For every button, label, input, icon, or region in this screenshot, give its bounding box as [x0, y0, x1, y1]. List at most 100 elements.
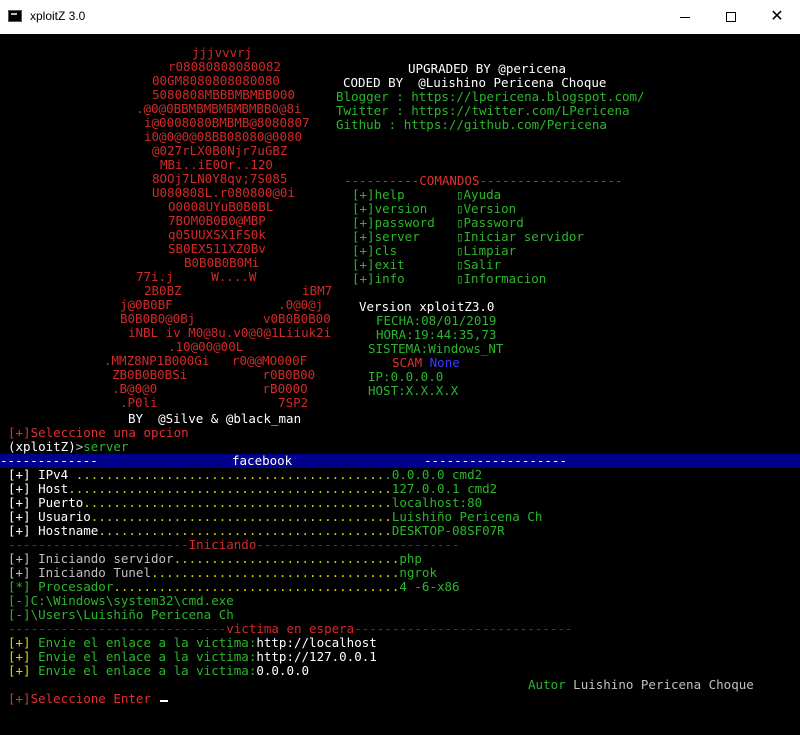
ascii-art-line: 8OOj7LN0Y8qv;7S085: [152, 171, 288, 186]
maximize-button[interactable]: [708, 0, 754, 34]
select-option-text: [+]Seleccione una opcion: [8, 425, 189, 440]
command-description: ▯Limpiar: [456, 243, 517, 258]
victima-title: victima en espera: [226, 621, 355, 636]
facebook-bar-left: -------------: [0, 453, 98, 468]
detail-label: Puerto: [30, 495, 84, 510]
ascii-art-line: B0B0B0@0Bj v0B0B0B00: [120, 311, 331, 326]
ascii-art-line: 7BOM0B0B0@MBP: [168, 213, 266, 228]
link-text: Envie el enlace a la victima:: [30, 649, 257, 664]
ip-text: IP:0.0.0.0: [368, 369, 444, 384]
window-title: xploitZ 3.0: [30, 9, 86, 23]
commands-header: ----------COMANDOS-------------------: [344, 174, 622, 188]
detail-value: localhost:80: [391, 495, 483, 510]
console-output[interactable]: jjjvvvrj r08080808080082 00GM8080808080080…: [0, 34, 800, 735]
startup-bullet: [+]: [8, 551, 31, 566]
iniciando-right: ---------------------------: [256, 537, 460, 552]
detail-bullet: [+]: [8, 495, 31, 510]
detail-value: DESKTOP-08SF07R: [391, 523, 505, 538]
victim-link-row: [+] Envie el enlace a la victima:0.0.0.0: [8, 664, 309, 678]
command-description: ▯Iniciar servidor: [456, 229, 584, 244]
link-value: 0.0.0.0: [256, 663, 310, 678]
scam-line: SCAM None: [392, 356, 460, 370]
link-text: Envie el enlace a la victima:: [30, 635, 257, 650]
author-line: Autor Luishino Pericena Choque: [528, 678, 754, 692]
ascii-art-line: .@0@0BBMBMBMBMBMBB0@8i: [136, 101, 302, 116]
detail-dots: ........................................…: [83, 495, 392, 510]
facebook-bar-title: facebook: [232, 453, 293, 468]
startup-value: 4 -6-x86: [399, 579, 460, 594]
startup-dots: .................................: [151, 565, 400, 580]
victima-left: -----------------------------: [8, 621, 227, 636]
command-description: ▯Version: [456, 201, 517, 216]
commands-header-right: -------------------: [479, 173, 623, 188]
ascii-art-line: j@0B0BF .0@0@j: [120, 297, 324, 312]
startup-label: Iniciando servidor: [30, 551, 174, 566]
ascii-art-line: .B@0@0 rB000O: [112, 381, 308, 396]
ascii-art-line: MBi..iE0Or..120: [160, 157, 273, 172]
startup-row: [*] Procesador..........................…: [8, 580, 460, 594]
command-name: [+]help: [352, 187, 405, 202]
iniciando-left: ------------------------: [8, 537, 189, 552]
prompt-name: (xploitZ): [8, 439, 76, 454]
command-name: [+]info: [352, 271, 405, 286]
upgraded-by-text: UPGRADED BY @pericena: [408, 61, 567, 76]
path-line-2: [-]\Users\Luishiño Pericena Ch: [8, 607, 234, 622]
startup-bullet: [*]: [8, 579, 31, 594]
coded-by-text: CODED BY @Luishino Pericena Choque: [343, 75, 607, 90]
commands-header-title: COMANDOS: [419, 173, 480, 188]
minimize-button[interactable]: [662, 0, 708, 34]
detail-bullet: [+]: [8, 481, 31, 496]
ascii-art-line: i0@0@0@08BB08080@0080: [144, 129, 303, 144]
scam-label: SCAM: [392, 355, 423, 370]
console-app-icon: [8, 10, 22, 22]
link-bullet: [+]: [8, 649, 31, 664]
twitter-link: Twitter : https://twitter.com/LPericena: [336, 103, 630, 118]
command-name: [+]version: [352, 201, 428, 216]
detail-dots: ........................................…: [68, 467, 385, 482]
detail-label: Usuario: [30, 509, 91, 524]
detail-value: Luishiño Pericena Ch: [391, 509, 543, 524]
ascii-art-line: 77i.j W....W: [136, 269, 257, 284]
ascii-art-line: jjjvvvrj: [192, 45, 253, 60]
author-label: Autor: [528, 677, 566, 692]
host-text: HOST:X.X.X.X: [368, 383, 459, 398]
facebook-bar-right: -------------------: [424, 453, 567, 468]
command-description: ▯Salir: [456, 257, 502, 272]
detail-bullet: [+]: [8, 523, 31, 538]
startup-value: php: [399, 551, 422, 566]
detail-bullet: [+]: [8, 467, 31, 482]
hora-text: HORA:19:44:35,73: [376, 327, 497, 342]
ascii-art-line: r08080808080082: [168, 59, 281, 74]
victim-link-row: [+] Envie el enlace a la victima:http://…: [8, 636, 377, 650]
blogger-link: Blogger : https://lpericena.blogspot.com…: [336, 89, 645, 104]
detail-value: 127.0.0.1 cmd2: [391, 481, 498, 496]
minimize-icon: [680, 16, 690, 18]
version-text: Version xploitZ3.0: [359, 299, 495, 314]
detail-dots: .......................................: [98, 523, 392, 538]
maximize-icon: [726, 12, 736, 22]
command-name: [+]cls: [352, 243, 398, 258]
command-prompt-line: (xploitZ)>server: [8, 440, 128, 454]
command-name: [+]server: [352, 229, 420, 244]
startup-dots: ......................................: [113, 579, 400, 594]
ascii-art-line: @027rLX0B0Njr7uGBZ: [152, 143, 288, 158]
startup-label: Procesador: [30, 579, 114, 594]
ascii-art-line: ZB0B0B0BSi r0B0B00: [112, 367, 316, 382]
commands-header-left: ----------: [344, 173, 420, 188]
iniciando-title: Iniciando: [188, 537, 257, 552]
close-button[interactable]: ✕: [754, 0, 800, 34]
ascii-art-line: .10@00@00L: [168, 339, 244, 354]
detail-row: [+] Hostname............................…: [8, 524, 505, 538]
sistema-text: SISTEMA:Windows_NT: [368, 341, 504, 356]
detail-row: [+] IPv4 ...............................…: [8, 468, 482, 482]
victima-right: -----------------------------: [354, 621, 573, 636]
detail-row: [+] Puerto..............................…: [8, 496, 482, 510]
victim-link-row: [+] Envie el enlace a la victima:http://…: [8, 650, 377, 664]
iniciando-divider: ------------------------Iniciando-------…: [8, 538, 460, 552]
command-description: ▯Informacion: [456, 271, 547, 286]
startup-row: [+] Iniciando servidor..................…: [8, 552, 422, 566]
victima-divider: -----------------------------victima en …: [8, 622, 572, 636]
command-description: ▯Ayuda: [456, 187, 502, 202]
ascii-art-line: SB0EX511XZ0Bv: [168, 241, 266, 256]
command-name: [+]password: [352, 215, 435, 230]
